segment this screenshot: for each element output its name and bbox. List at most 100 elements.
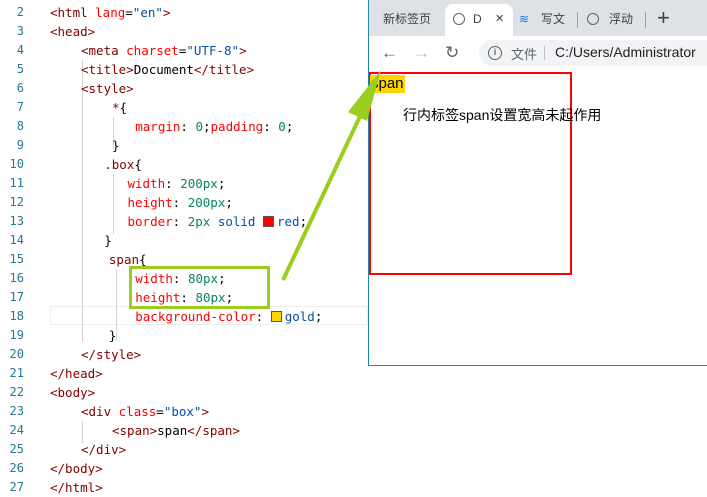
code-line[interactable]: 24 <span>span</span>: [0, 421, 368, 440]
code-line[interactable]: 12 height: 200px;: [0, 193, 368, 212]
code-line[interactable]: 2 <html lang="en">: [0, 3, 368, 22]
address-scheme-label: 文件: [511, 47, 538, 62]
code-token: ;: [203, 119, 211, 134]
tab-bar: 新标签页 D ✕ ≋ 写文 浮动 +: [369, 0, 707, 36]
tab-document[interactable]: D ✕: [445, 4, 513, 36]
tab-label: 浮动: [609, 12, 634, 26]
line-number: 3: [16, 24, 24, 38]
code-text: <style>: [81, 79, 134, 98]
color-swatch-icon[interactable]: [263, 216, 274, 227]
code-line[interactable]: 3 <head>: [0, 22, 368, 41]
code-token: <style>: [81, 81, 134, 96]
code-token: .box: [104, 157, 135, 172]
code-line[interactable]: 11 width: 200px;: [0, 174, 368, 193]
code-token: span: [108, 252, 139, 267]
code-text: }: [104, 231, 112, 250]
code-token: <title>: [81, 62, 134, 77]
red-box-div: [369, 72, 572, 275]
code-token: <html: [50, 5, 96, 20]
code-line[interactable]: 20 </style>: [0, 345, 368, 364]
new-tab-button[interactable]: +: [657, 5, 670, 31]
code-token: {: [119, 100, 128, 115]
code-token: charset: [126, 43, 179, 58]
code-line[interactable]: 21 </head>: [0, 364, 368, 383]
code-line[interactable]: 26 </body>: [0, 459, 368, 478]
line-number: 15: [9, 252, 24, 266]
line-number: 24: [9, 423, 24, 437]
line-number: 6: [16, 81, 24, 95]
globe-icon: [587, 13, 599, 25]
line-number: 5: [16, 62, 24, 76]
code-text: <meta charset="UTF-8">: [81, 41, 247, 60]
line-number: 11: [9, 176, 24, 190]
tab-label: 新标签页: [383, 12, 432, 26]
code-editor[interactable]: 2 <html lang="en"> 3 <head> 4 <meta charset="…: [0, 0, 368, 495]
code-line[interactable]: 6 <style>: [0, 79, 368, 98]
code-line[interactable]: 19}: [0, 326, 368, 345]
code-line[interactable]: 7 *{: [0, 98, 368, 117]
code-line[interactable]: 8 margin: 0;padding: 0;: [0, 117, 368, 136]
code-line[interactable]: 22 <body>: [0, 383, 368, 402]
tab-write-article[interactable]: ≋ 写文: [513, 4, 577, 36]
code-line[interactable]: 13 border: 2px solid red;: [0, 212, 368, 231]
code-token: 200px: [180, 176, 218, 191]
code-line[interactable]: 14}: [0, 231, 368, 250]
code-token: =: [156, 404, 164, 419]
line-number: 18: [9, 309, 24, 323]
code-line[interactable]: 9}: [0, 136, 368, 155]
code-token: gold: [284, 309, 315, 324]
code-token: >: [162, 5, 171, 20]
code-line[interactable]: 23 <div class="box">: [0, 402, 368, 421]
reload-icon[interactable]: ↻: [445, 43, 459, 63]
code-token: </html>: [50, 480, 103, 495]
code-text: width: 200px;: [128, 174, 226, 193]
address-url: C:/Users/Administrator: [555, 44, 696, 60]
code-line[interactable]: 27 </html>: [0, 478, 368, 497]
info-icon: i: [488, 46, 502, 60]
code-token: :: [180, 119, 196, 134]
code-token: {: [134, 157, 142, 172]
code-line[interactable]: 5 <title>Document</title>: [0, 60, 368, 79]
code-token: <body>: [50, 385, 96, 400]
code-token: *: [112, 100, 120, 115]
code-line[interactable]: 18 background-color: gold;: [0, 307, 368, 326]
tab-float[interactable]: 浮动: [581, 4, 645, 36]
line-number: 25: [9, 442, 24, 456]
code-token: :: [165, 176, 181, 191]
code-text: <span>span</span>: [112, 421, 240, 440]
code-text: </body>: [50, 459, 103, 478]
back-arrow-icon[interactable]: ←: [381, 43, 398, 63]
code-token: "box": [163, 404, 202, 419]
code-text: </style>: [81, 345, 141, 364]
code-text: </head>: [50, 364, 103, 383]
code-token: </style>: [81, 347, 142, 362]
line-number: 14: [9, 233, 24, 247]
code-token: margin: [135, 119, 181, 134]
code-token: }: [104, 233, 112, 248]
forward-arrow-icon[interactable]: →: [413, 43, 430, 63]
code-token: border: [127, 214, 173, 229]
address-bar[interactable]: i 文件 C:/Users/Administrator: [479, 40, 707, 66]
tab-new-tab-page[interactable]: 新标签页: [377, 4, 445, 36]
code-line[interactable]: 4 <meta charset="UTF-8">: [0, 41, 368, 60]
code-token: <head>: [50, 24, 96, 39]
code-text: <body>: [50, 383, 95, 402]
close-icon[interactable]: ✕: [495, 4, 504, 34]
gold-span: span: [370, 75, 405, 93]
browser-toolbar: ← → ↻ i 文件 C:/Users/Administrator: [369, 36, 707, 70]
line-number: 8: [16, 119, 24, 133]
line-number: 23: [9, 404, 24, 418]
line-number: 27: [9, 480, 24, 494]
color-swatch-icon[interactable]: [270, 311, 282, 322]
code-token: ;: [225, 195, 233, 210]
annotation-highlight-box: [129, 266, 270, 309]
code-token: >: [201, 404, 209, 419]
line-number: 4: [16, 43, 24, 57]
line-number: 20: [9, 347, 24, 361]
code-line[interactable]: 10 .box{: [0, 155, 368, 174]
code-token: lang: [95, 5, 126, 20]
code-line[interactable]: 25 </div>: [0, 440, 368, 459]
line-number: 22: [9, 385, 24, 399]
code-token: Document: [133, 62, 194, 77]
line-number: 12: [9, 195, 24, 209]
